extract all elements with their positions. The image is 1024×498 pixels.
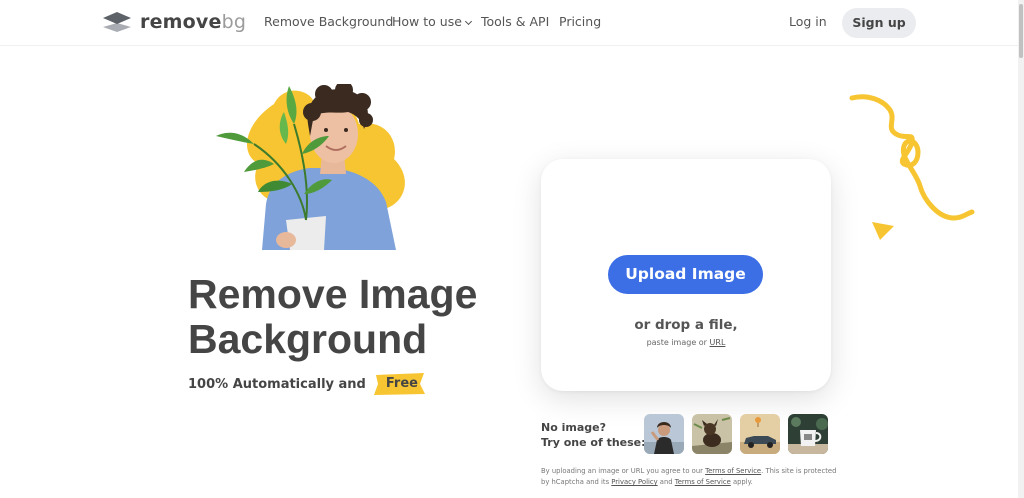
nav-how-to-use-label: How to use bbox=[392, 14, 462, 29]
signup-button[interactable]: Sign up bbox=[842, 8, 916, 38]
login-link[interactable]: Log in bbox=[789, 14, 827, 29]
logo-text: removebg bbox=[140, 11, 247, 33]
legal-text4: apply. bbox=[732, 478, 753, 486]
drop-file-text: or drop a file, bbox=[634, 317, 738, 333]
nav-how-to-use[interactable]: How to use bbox=[392, 14, 472, 29]
upload-image-button[interactable]: Upload Image bbox=[608, 255, 763, 294]
privacy-policy-link[interactable]: Privacy Policy bbox=[611, 478, 657, 486]
layers-logo-icon bbox=[103, 12, 131, 32]
triangle-decoration bbox=[872, 222, 894, 240]
sample-image-dog[interactable] bbox=[692, 414, 732, 454]
paste-prefix: paste image or bbox=[646, 338, 707, 347]
woman-portrait-image bbox=[644, 414, 684, 454]
nav-remove-background[interactable]: Remove Background bbox=[264, 14, 393, 29]
nav-tools-api[interactable]: Tools & API bbox=[481, 14, 549, 29]
terms-of-service-link[interactable]: Terms of Service bbox=[705, 467, 761, 475]
hero-subtitle: 100% Automatically and Free bbox=[188, 373, 430, 395]
free-label: Free bbox=[385, 376, 418, 391]
paste-hint: paste image or URL bbox=[541, 338, 831, 347]
hero-title: Remove Image Background bbox=[188, 272, 518, 362]
terms-of-service-link-2[interactable]: Terms of Service bbox=[675, 478, 731, 486]
scroll-thumb[interactable] bbox=[1019, 4, 1023, 58]
logo[interactable]: removebg bbox=[102, 11, 246, 33]
url-link[interactable]: URL bbox=[710, 338, 726, 347]
hero-title-line1: Remove Image bbox=[188, 271, 478, 317]
hero-title-line2: Background bbox=[188, 316, 428, 362]
legal-notice: By uploading an image or URL you agree t… bbox=[541, 466, 841, 488]
sample-image-car[interactable] bbox=[740, 414, 780, 454]
nav-pricing[interactable]: Pricing bbox=[559, 14, 601, 29]
subtitle-text: 100% Automatically and bbox=[188, 376, 366, 392]
squiggle-decoration bbox=[849, 94, 975, 221]
top-nav-bar: removebg Remove Background How to use To… bbox=[0, 0, 1018, 46]
sample-prompt: No image? Try one of these: bbox=[541, 420, 646, 450]
dog-on-rock-image bbox=[692, 414, 732, 454]
hero-person-image bbox=[216, 84, 405, 250]
vintage-car-image bbox=[740, 414, 780, 454]
coffee-mug-image bbox=[788, 414, 828, 454]
sample-image-mug[interactable] bbox=[788, 414, 828, 454]
sample-prompt-line2: Try one of these: bbox=[541, 436, 646, 449]
sample-prompt-line1: No image? bbox=[541, 421, 606, 434]
legal-and: and bbox=[659, 478, 673, 486]
scrollbar[interactable] bbox=[1018, 0, 1024, 498]
upload-card[interactable]: Upload Image or drop a file, paste image… bbox=[541, 159, 831, 391]
sample-image-woman[interactable] bbox=[644, 414, 684, 454]
free-badge: Free bbox=[372, 373, 430, 395]
chevron-down-icon bbox=[464, 17, 472, 26]
legal-text1: By uploading an image or URL you agree t… bbox=[541, 467, 703, 475]
